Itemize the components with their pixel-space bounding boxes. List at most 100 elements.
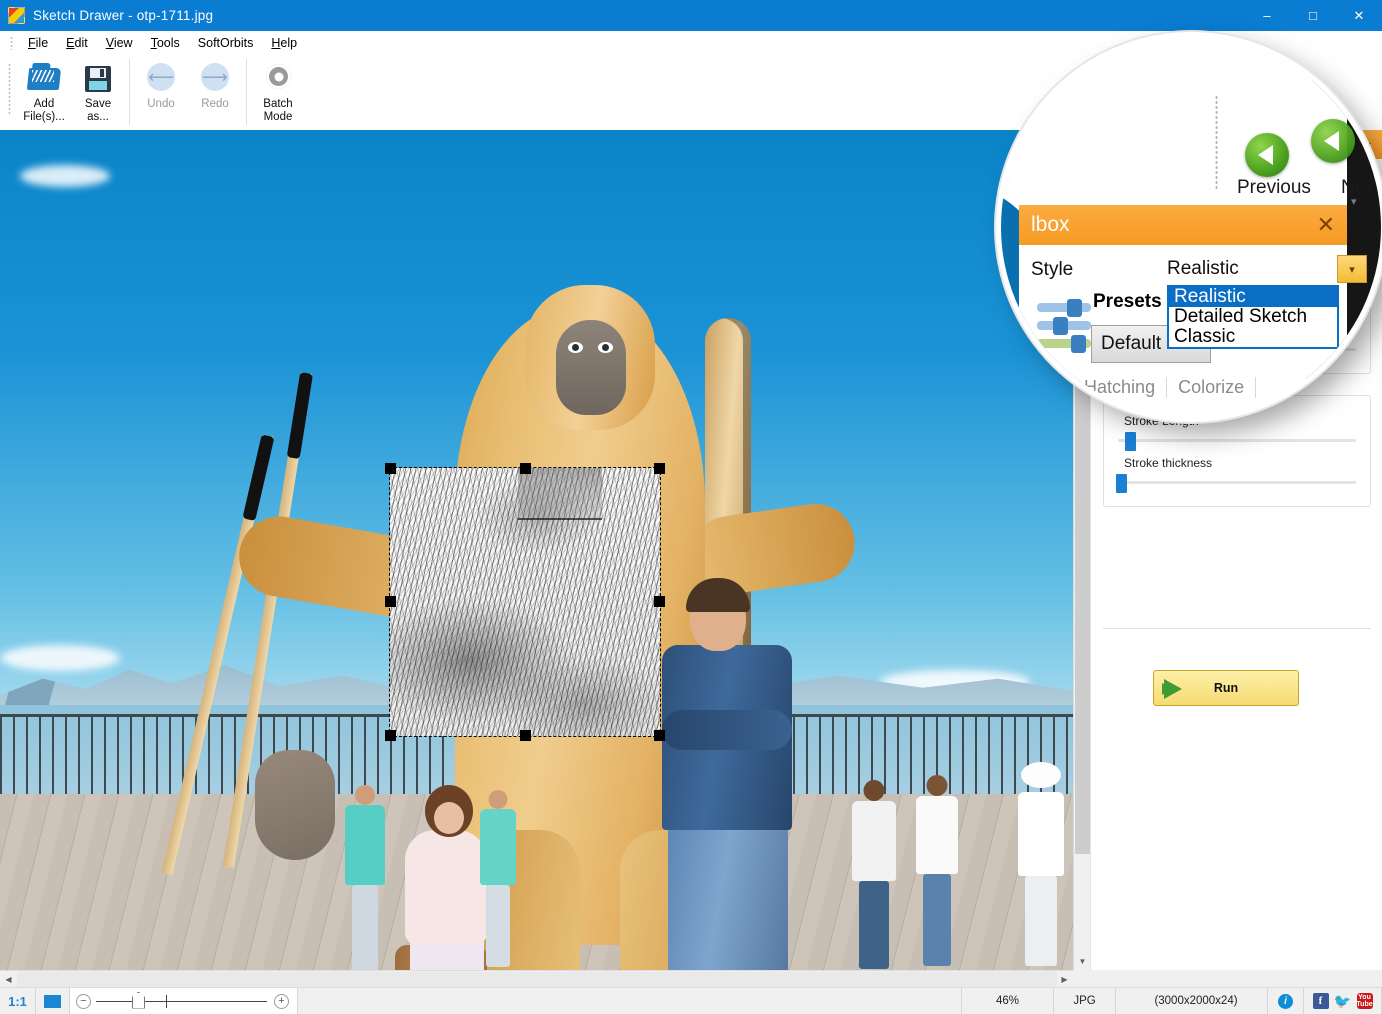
window-controls: – □ ✕ — [1244, 0, 1382, 31]
batch-mode-label-2: Mode — [264, 111, 293, 123]
slider-thumb[interactable] — [1125, 432, 1136, 451]
scroll-down-arrow[interactable]: ▼ — [1074, 953, 1091, 970]
photo-image — [0, 130, 1073, 970]
magnified-chevron-down-icon[interactable]: ▾ — [1337, 255, 1367, 283]
previous-label: Previous — [1237, 177, 1311, 199]
toolbar-separator-1 — [129, 59, 130, 125]
panel-divider — [1103, 628, 1371, 629]
menu-drag-grip[interactable] — [10, 36, 13, 50]
zoom-slider[interactable]: − + — [70, 988, 298, 1014]
add-files-button[interactable]: Add File(s)... — [17, 55, 71, 124]
zoom-slider-knob[interactable] — [132, 992, 145, 1009]
slider-track — [1118, 439, 1356, 442]
add-files-label-1: Add — [34, 98, 54, 110]
magnifier-content: Previous Next Next ▾ ▾ lbox ✕ Style Real… — [1001, 37, 1381, 417]
magnified-tab-contour[interactable]: ntour — [1009, 377, 1073, 398]
undo-label: Undo — [147, 98, 175, 111]
handle-top-center[interactable] — [520, 463, 531, 474]
bystander — [1018, 770, 1064, 970]
girl-body — [405, 830, 487, 945]
bystander — [916, 775, 958, 970]
undo-arrow-icon: ⟵ — [144, 60, 178, 94]
scroll-right-arrow[interactable]: ▶ — [1056, 971, 1073, 988]
man-arms — [662, 710, 792, 750]
horizontal-scroll-thumb[interactable] — [17, 972, 1057, 987]
image-canvas[interactable] — [0, 130, 1073, 970]
fit-to-screen-icon[interactable] — [36, 988, 70, 1014]
bystander — [852, 780, 896, 970]
magnified-style-value: Realistic — [1167, 258, 1239, 280]
menu-item-file[interactable]: FFileile — [19, 33, 57, 53]
menu-item-view[interactable]: View — [97, 33, 142, 53]
toolbar-drag-grip[interactable] — [8, 63, 11, 115]
scroll-left-arrow[interactable]: ◀ — [0, 971, 17, 988]
magnified-tab-hatching[interactable]: Hatching — [1073, 377, 1167, 398]
zoom-ratio-button[interactable]: 1:1 — [0, 988, 36, 1014]
cloud — [20, 165, 110, 187]
close-button[interactable]: ✕ — [1336, 0, 1382, 31]
redo-arrow-icon: ⟶ — [198, 60, 232, 94]
magnified-style-combobox[interactable]: Realistic ▾ — [1167, 252, 1367, 286]
handle-middle-left[interactable] — [385, 596, 396, 607]
man-jeans — [668, 825, 788, 970]
stroke-thickness-label: Stroke thickness — [1124, 456, 1360, 470]
handle-bottom-right[interactable] — [654, 730, 665, 741]
handle-top-right[interactable] — [654, 463, 665, 474]
zoom-out-button[interactable]: − — [76, 994, 91, 1009]
bystander — [345, 785, 385, 970]
batch-mode-button[interactable]: Batch Mode — [251, 55, 305, 124]
twitter-icon[interactable]: 🐦 — [1335, 993, 1351, 1009]
save-as-button[interactable]: Save as... — [71, 55, 125, 124]
maximize-button[interactable]: □ — [1290, 0, 1336, 31]
bystander — [480, 790, 516, 970]
zoom-in-button[interactable]: + — [274, 994, 289, 1009]
style-dropdown-list[interactable]: Realistic Detailed Sketch Classic — [1167, 285, 1339, 349]
folder-add-icon — [27, 60, 61, 94]
social-links: f 🐦 You Tube — [1304, 988, 1382, 1014]
menu-item-help[interactable]: Help — [262, 33, 306, 53]
menu-item-edit[interactable]: Edit — [57, 33, 97, 53]
title-bar: Sketch Drawer - otp-1711.jpg – □ ✕ — [0, 0, 1382, 31]
canvas-horizontal-scrollbar[interactable]: ◀ ▶ — [0, 970, 1073, 987]
magnifier-lens: Previous Next Next ▾ ▾ lbox ✕ Style Real… — [996, 32, 1382, 422]
run-button[interactable]: Run — [1153, 670, 1299, 706]
menu-item-tools[interactable]: Tools — [142, 33, 189, 53]
image-dimensions-value: (3000x2000x24) — [1116, 988, 1268, 1014]
info-icon[interactable]: i — [1268, 988, 1304, 1014]
minimize-button[interactable]: – — [1244, 0, 1290, 31]
handle-middle-right[interactable] — [654, 596, 665, 607]
magnified-effect-tabs: ntour Hatching Colorize — [1009, 377, 1256, 398]
menu-item-softorbits[interactable]: SoftOrbits — [189, 33, 263, 53]
zoom-percent-value: 46% — [962, 988, 1054, 1014]
stroke-thickness-slider[interactable] — [1118, 474, 1356, 492]
magnified-drag-grip — [1215, 95, 1218, 191]
magnified-overflow-chevron-2[interactable]: ▾ — [1351, 195, 1357, 208]
handle-bottom-left[interactable] — [385, 730, 396, 741]
selection-rectangle[interactable] — [390, 468, 660, 736]
next-label: Next — [1341, 177, 1380, 199]
facebook-icon[interactable]: f — [1313, 993, 1329, 1009]
slider-thumb[interactable] — [1116, 474, 1127, 493]
magnified-toolbox: Previous Next Next ▾ ▾ lbox ✕ Style Real… — [1019, 37, 1347, 417]
magnified-toolbox-close-icon[interactable]: ✕ — [1317, 212, 1335, 238]
previous-arrow-icon[interactable] — [1245, 133, 1289, 177]
status-bar: 1:1 − + 46% JPG (3000x2000x24) i f 🐦 You… — [0, 987, 1382, 1014]
dropdown-option-realistic[interactable]: Realistic — [1169, 287, 1337, 307]
magnified-tab-colorize[interactable]: Colorize — [1167, 377, 1256, 398]
undo-button: ⟵ Undo — [134, 55, 188, 121]
dropdown-option-detailed-sketch[interactable]: Detailed Sketch — [1169, 307, 1337, 327]
handle-top-left[interactable] — [385, 463, 396, 474]
youtube-icon[interactable]: You Tube — [1357, 993, 1373, 1009]
batch-mode-label-1: Batch — [263, 98, 292, 110]
file-format-value: JPG — [1054, 988, 1116, 1014]
dropdown-option-classic[interactable]: Classic — [1169, 327, 1337, 347]
window-title: Sketch Drawer - otp-1711.jpg — [33, 8, 213, 23]
previous-arrow-icon-ghost[interactable] — [1311, 119, 1355, 163]
floppy-save-icon — [81, 60, 115, 94]
handle-bottom-center[interactable] — [520, 730, 531, 741]
save-as-label-1: Save — [85, 98, 111, 110]
redo-button: ⟶ Redo — [188, 55, 242, 121]
stroke-length-slider[interactable] — [1118, 432, 1356, 450]
cloud — [0, 645, 120, 671]
youtube-top: You — [1358, 994, 1371, 1001]
